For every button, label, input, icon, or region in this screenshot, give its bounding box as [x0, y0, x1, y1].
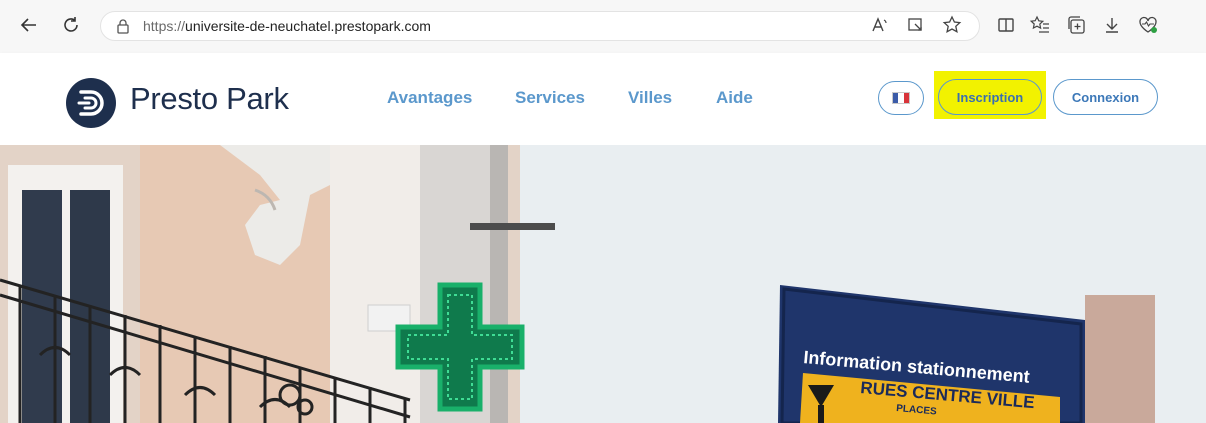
- url-protocol: https://: [143, 18, 186, 34]
- signup-button[interactable]: Inscription: [938, 79, 1042, 115]
- lock-icon: [117, 19, 129, 34]
- back-button[interactable]: [16, 12, 42, 38]
- address-bar[interactable]: https://universite-de-neuchatel.prestopa…: [100, 11, 980, 41]
- hero-image: Information stationnement RUES CENTRE VI…: [0, 145, 1206, 423]
- presto-park-logo-icon[interactable]: [66, 78, 116, 128]
- login-button[interactable]: Connexion: [1053, 79, 1158, 115]
- favorite-button[interactable]: [940, 13, 964, 37]
- language-button[interactable]: [878, 81, 924, 115]
- reload-button[interactable]: [58, 12, 84, 38]
- hero-photo-illustration: Information stationnement RUES CENTRE VI…: [0, 145, 1206, 423]
- back-arrow-icon: [20, 18, 36, 32]
- performance-button[interactable]: [1136, 13, 1160, 37]
- read-aloud-icon: [872, 17, 887, 32]
- nav-link-aide[interactable]: Aide: [716, 88, 753, 108]
- collections-icon: [1068, 16, 1085, 34]
- favorites-list-button[interactable]: [1028, 13, 1052, 37]
- split-screen-button[interactable]: [994, 13, 1018, 37]
- split-screen-icon: [998, 18, 1014, 32]
- download-icon: [1106, 18, 1118, 33]
- reload-icon: [64, 17, 78, 32]
- favorites-list-icon: [1029, 15, 1049, 33]
- nav-link-services[interactable]: Services: [515, 88, 585, 108]
- app-button[interactable]: [904, 13, 928, 37]
- url-host: universite-de-neuchatel.prestopark.com: [185, 18, 431, 34]
- downloads-button[interactable]: [1100, 13, 1124, 37]
- app-icon: [908, 18, 922, 31]
- star-icon: [942, 15, 962, 33]
- nav-link-villes[interactable]: Villes: [628, 88, 672, 108]
- logo-text[interactable]: Presto Park: [130, 81, 289, 117]
- heart-pulse-icon: [1139, 16, 1157, 33]
- nav-link-avantages[interactable]: Avantages: [387, 88, 472, 108]
- french-flag-icon: [892, 92, 910, 104]
- collections-button[interactable]: [1064, 13, 1088, 37]
- browser-toolbar: https://universite-de-neuchatel.prestopa…: [0, 0, 1206, 53]
- read-aloud-button[interactable]: [868, 13, 892, 37]
